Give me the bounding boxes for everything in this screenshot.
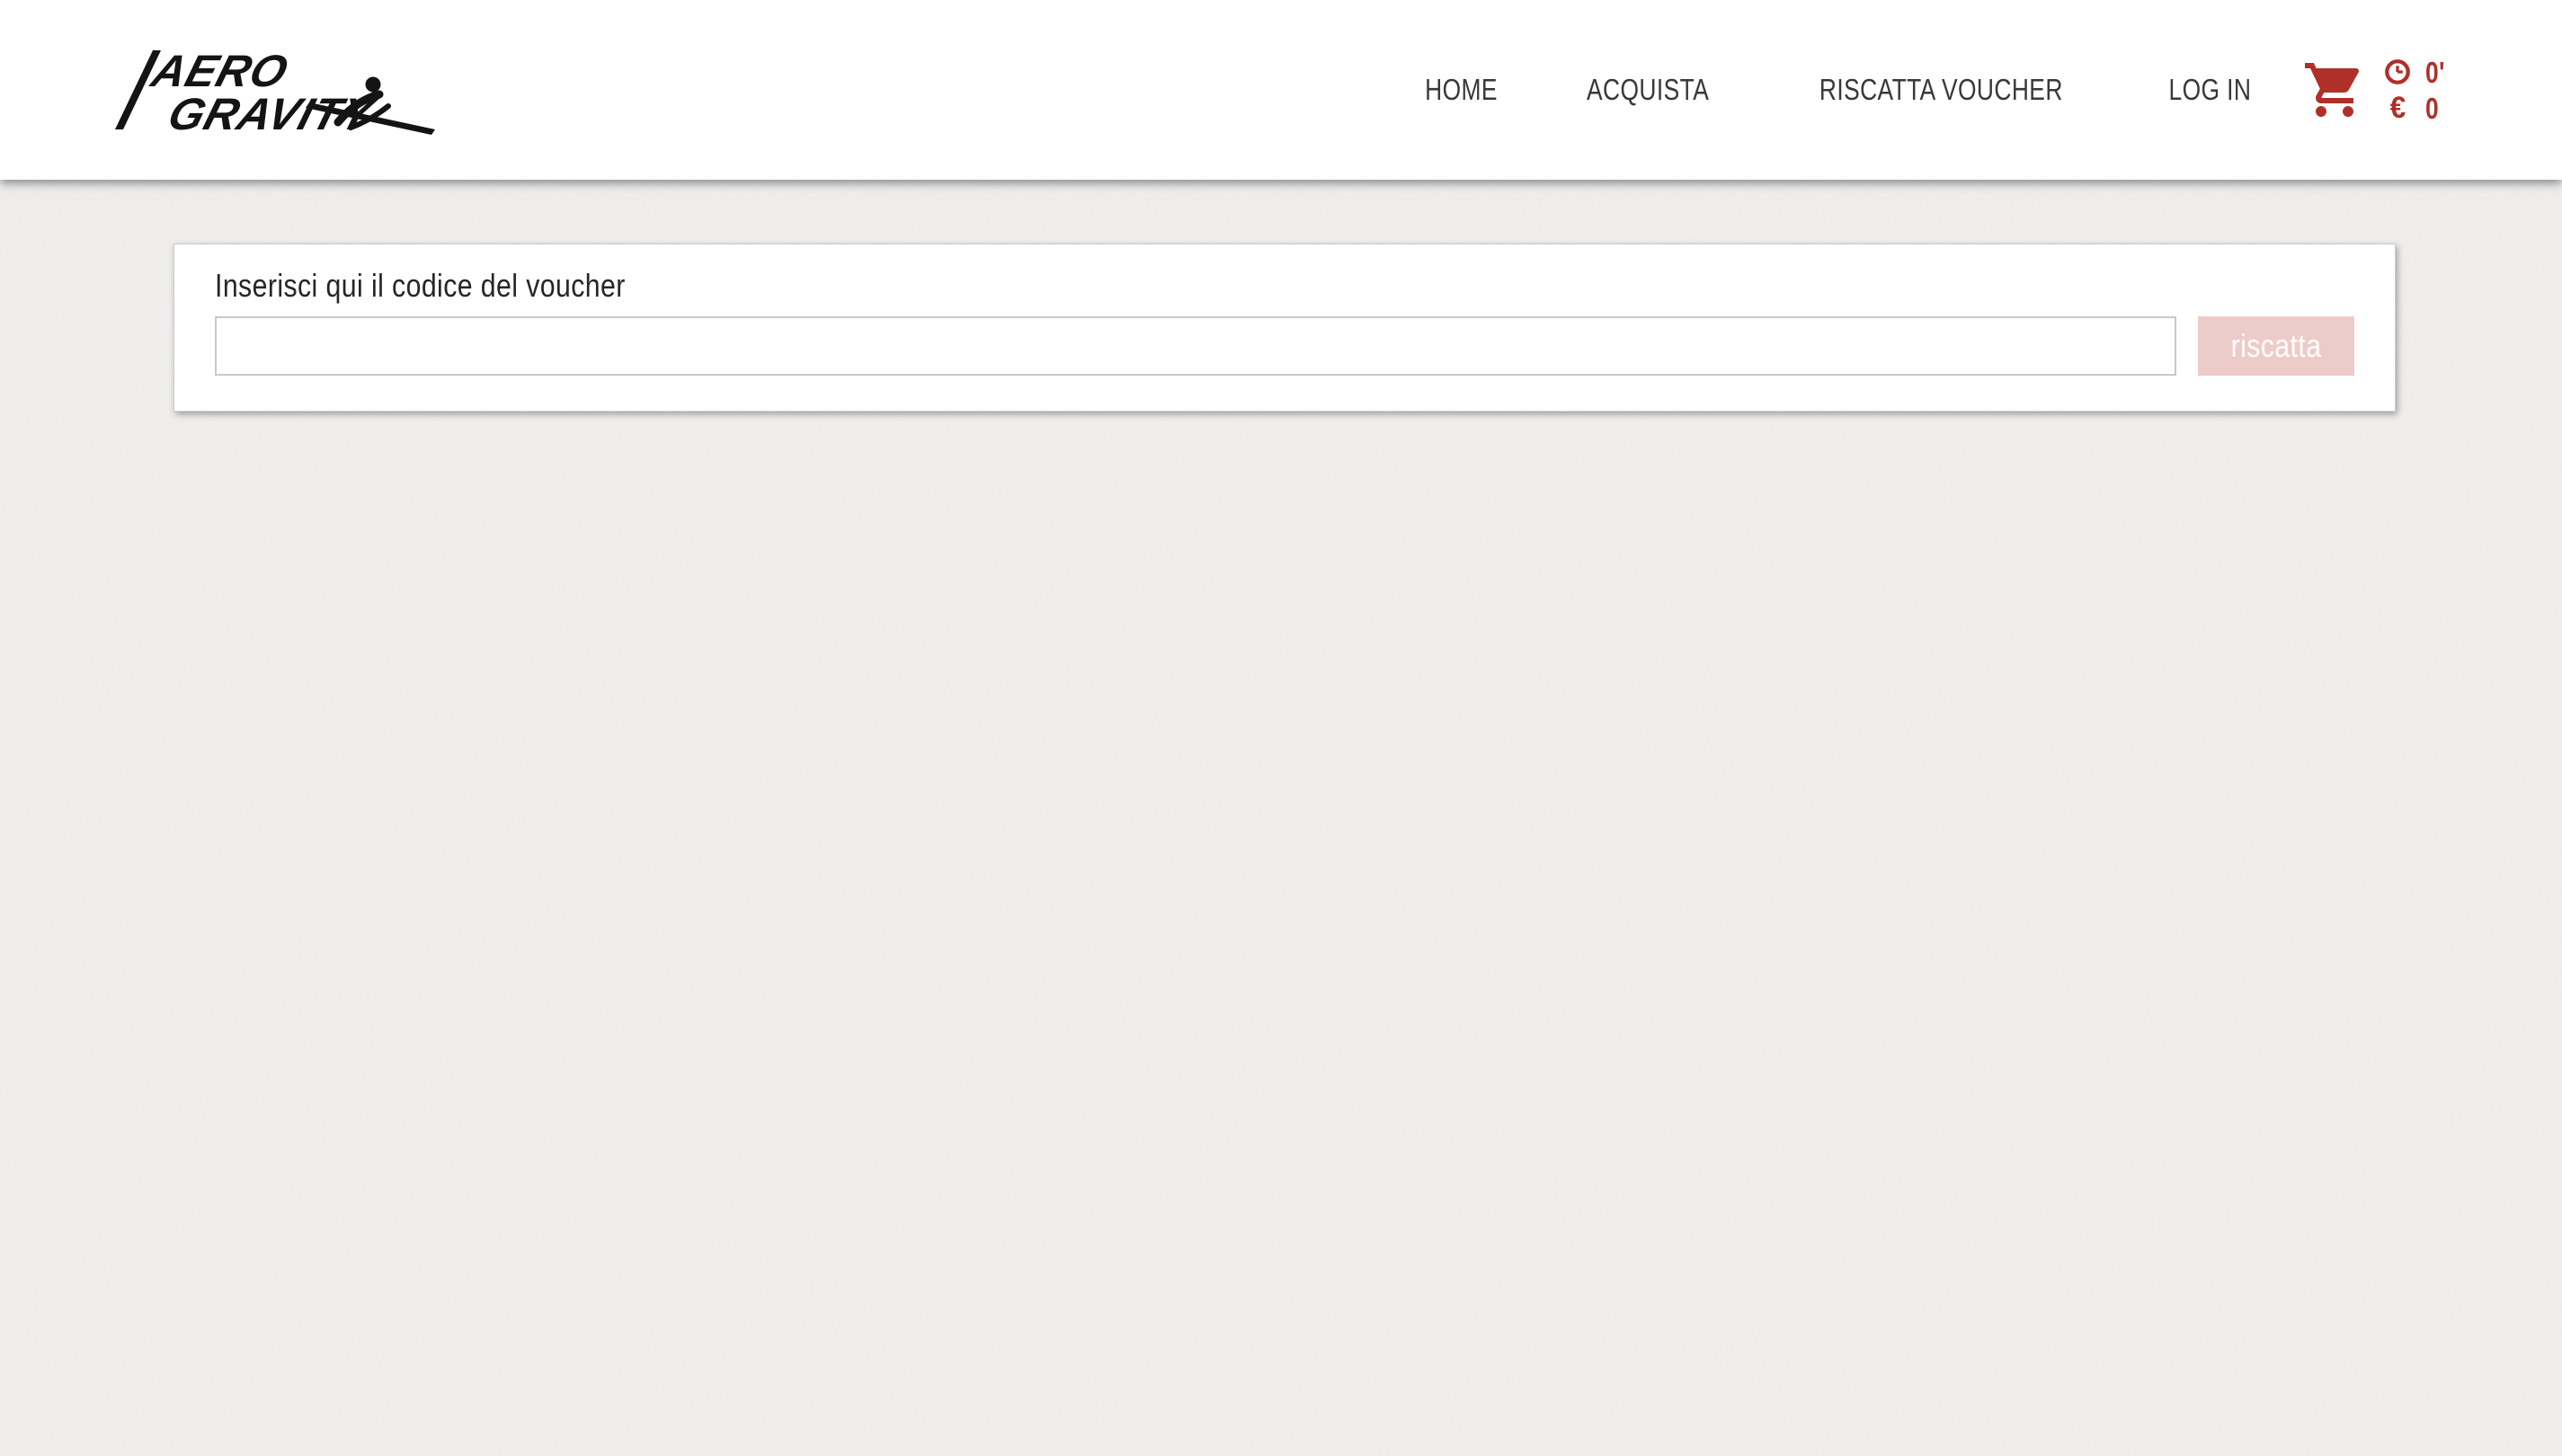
voucher-row: riscatta bbox=[215, 316, 2354, 376]
site-header: AERO GRAVITY HOME ACQUISTA RISCATTA VOUC… bbox=[0, 0, 2562, 180]
clock-icon bbox=[2384, 58, 2412, 85]
shopping-cart-icon bbox=[2298, 58, 2371, 122]
euro-icon: € bbox=[2384, 93, 2412, 123]
voucher-code-input[interactable] bbox=[215, 316, 2176, 376]
cart-stats: 0' € 0 bbox=[2384, 58, 2450, 123]
redeem-button-label: riscatta bbox=[2231, 327, 2322, 365]
aerogravity-logo-graphic: AERO GRAVITY bbox=[115, 40, 440, 140]
page-main: Inserisci qui il codice del voucher risc… bbox=[0, 244, 2562, 412]
voucher-label: Inserisci qui il codice del voucher bbox=[215, 268, 2354, 304]
cart-time-row: 0' bbox=[2384, 58, 2450, 87]
logo-text-line2: GRAVITY bbox=[163, 89, 382, 139]
cart-amount-row: € 0 bbox=[2384, 93, 2450, 123]
nav-item-login-label: LOG IN bbox=[2168, 0, 2251, 180]
cart-amount-value: 0 bbox=[2425, 93, 2439, 123]
background-texture bbox=[0, 0, 2562, 1456]
voucher-card: Inserisci qui il codice del voucher risc… bbox=[173, 244, 2396, 412]
cart-widget[interactable]: 0' € 0 bbox=[2298, 58, 2450, 123]
aerogravity-logo[interactable]: AERO GRAVITY bbox=[115, 40, 440, 140]
main-nav: HOME ACQUISTA RISCATTA VOUCHER LOG IN bbox=[1383, 0, 2294, 180]
nav-item-riscatta-voucher-label: RISCATTA VOUCHER bbox=[1819, 0, 2063, 180]
redeem-button[interactable]: riscatta bbox=[2198, 316, 2354, 376]
nav-item-home-label: HOME bbox=[1425, 0, 1498, 180]
nav-item-login[interactable]: LOG IN bbox=[2126, 0, 2294, 180]
voucher-label-text: Inserisci qui il codice del voucher bbox=[215, 268, 626, 304]
nav-item-acquista[interactable]: ACQUISTA bbox=[1539, 0, 1757, 180]
nav-item-acquista-label: ACQUISTA bbox=[1587, 0, 1709, 180]
cart-time-value: 0' bbox=[2425, 58, 2445, 87]
nav-item-riscatta-voucher[interactable]: RISCATTA VOUCHER bbox=[1757, 0, 2126, 180]
nav-item-home[interactable]: HOME bbox=[1383, 0, 1539, 180]
